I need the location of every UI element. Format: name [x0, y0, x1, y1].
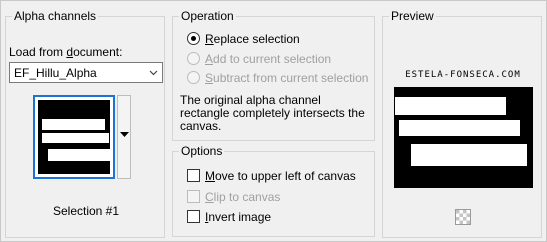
move-to-upper-left-label: Move to upper left of canvas	[205, 169, 356, 183]
preview-image	[394, 87, 533, 188]
options-group: Options Move to upper left of canvas Cli…	[172, 144, 375, 237]
operation-group: Operation Replace selection Add to curre…	[172, 9, 375, 141]
preview-group: Preview ESTELA-FONSECA.COM	[382, 9, 542, 238]
preview-title: Preview	[389, 9, 436, 23]
preview-bar-3	[411, 144, 527, 166]
checkerboard-pattern	[456, 210, 470, 224]
checkbox-control[interactable]	[187, 169, 200, 182]
radio-control[interactable]	[187, 52, 200, 65]
add-to-selection-label: Add to current selection	[205, 52, 332, 66]
options-title: Options	[179, 144, 225, 158]
thumbnail-bar-3	[48, 149, 110, 161]
radio-control[interactable]	[187, 32, 200, 45]
subtract-from-selection-label: Subtract from current selection	[205, 71, 369, 85]
clip-to-canvas-label: Clip to canvas	[205, 190, 281, 204]
chevron-down-icon	[149, 70, 158, 76]
alpha-channels-group: Alpha channels Load from document: EF_Hi…	[5, 9, 165, 238]
checkbox-control[interactable]	[187, 190, 200, 203]
preview-bar-2	[399, 120, 520, 136]
caret-down-icon	[120, 132, 129, 137]
invert-image-label: Invert image	[205, 210, 272, 224]
selection-thumbnail-picker[interactable]	[33, 95, 131, 187]
selection-caption: Selection #1	[52, 204, 120, 218]
radio-control[interactable]	[187, 71, 200, 84]
replace-selection-label: Replace selection	[205, 32, 300, 46]
description-line: canvas.	[180, 119, 222, 133]
operation-description: The original alpha channel rectangle com…	[180, 94, 372, 133]
thumbnail-bar-2	[42, 133, 109, 143]
radio-selected-dot	[191, 36, 196, 41]
document-select-value: EF_Hillu_Alpha	[14, 66, 97, 80]
selection-dropdown-button[interactable]	[117, 95, 131, 179]
selection-thumbnail[interactable]	[33, 95, 115, 179]
checkbox-control[interactable]	[187, 210, 200, 223]
operation-title: Operation	[179, 9, 236, 23]
preview-bar-1	[395, 97, 506, 115]
checkerboard-icon	[455, 209, 471, 225]
alpha-channels-title: Alpha channels	[12, 9, 99, 23]
load-from-document-label: Load from document:	[9, 45, 123, 59]
document-select[interactable]: EF_Hillu_Alpha	[9, 62, 163, 83]
preview-watermark: ESTELA-FONSECA.COM	[405, 70, 521, 80]
selection-thumbnail-image	[38, 100, 110, 174]
thumbnail-bar-1	[42, 119, 105, 130]
